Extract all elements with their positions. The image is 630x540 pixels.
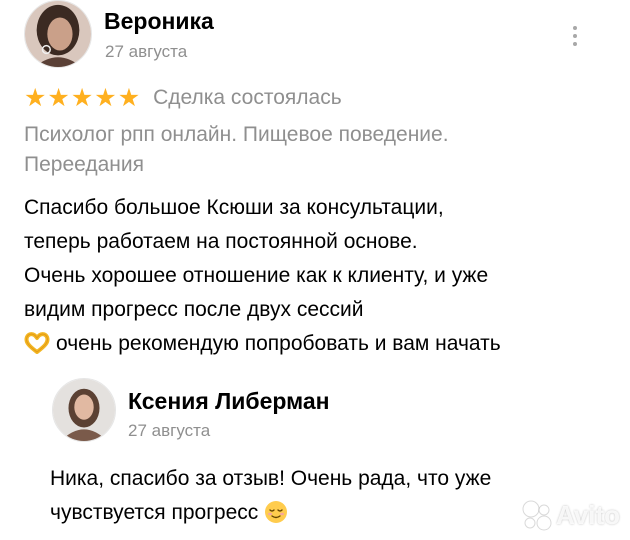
reviewer-name[interactable]: Вероника: [104, 8, 214, 35]
avatar-photo: [25, 1, 91, 67]
star-icon: ★: [94, 83, 118, 112]
replier-name[interactable]: Ксения Либерман: [128, 388, 330, 415]
review-date: 27 августа: [105, 42, 188, 61]
star-rating: ★★★★★: [24, 83, 142, 112]
relieved-face-emoji: [265, 501, 288, 523]
reviewer-avatar[interactable]: [24, 0, 92, 68]
review-line: видим прогресс после двух сессий: [24, 298, 364, 321]
service-line: Переедания: [24, 153, 144, 176]
review-line: теперь работаем на постоянной основе.: [24, 230, 418, 253]
review-line-last: очень рекомендую попробовать и вам начат…: [24, 327, 624, 361]
reply-date: 27 августа: [128, 421, 211, 440]
more-options-button[interactable]: [563, 22, 587, 52]
reply-line: Ника, спасибо за отзыв! Очень рада, что …: [50, 467, 492, 490]
service-title[interactable]: Психолог рпп онлайн. Пищевое поведение. …: [24, 120, 584, 180]
review-text: Спасибо большое Ксюши за консультации, т…: [24, 191, 624, 361]
star-icon: ★: [24, 83, 48, 112]
avito-watermark: Avito: [520, 498, 620, 532]
star-icon: ★: [117, 83, 142, 112]
avatar-photo: [53, 379, 115, 441]
deal-status: Сделка состоялась: [153, 86, 342, 109]
star-icon: ★: [70, 83, 95, 112]
review-line: Спасибо большое Ксюши за консультации,: [24, 196, 444, 219]
heart-hands-emoji: [24, 332, 50, 354]
service-line: Психолог рпп онлайн. Пищевое поведение.: [24, 123, 449, 146]
replier-avatar[interactable]: [52, 378, 116, 442]
review-line: Очень хорошее отношение как к клиенту, и…: [24, 264, 489, 287]
avito-logo-icon: [522, 500, 552, 531]
more-vertical-icon: [573, 26, 577, 30]
rating-row: ★★★★★ Сделка состоялась: [24, 84, 342, 112]
star-icon: ★: [47, 83, 71, 112]
